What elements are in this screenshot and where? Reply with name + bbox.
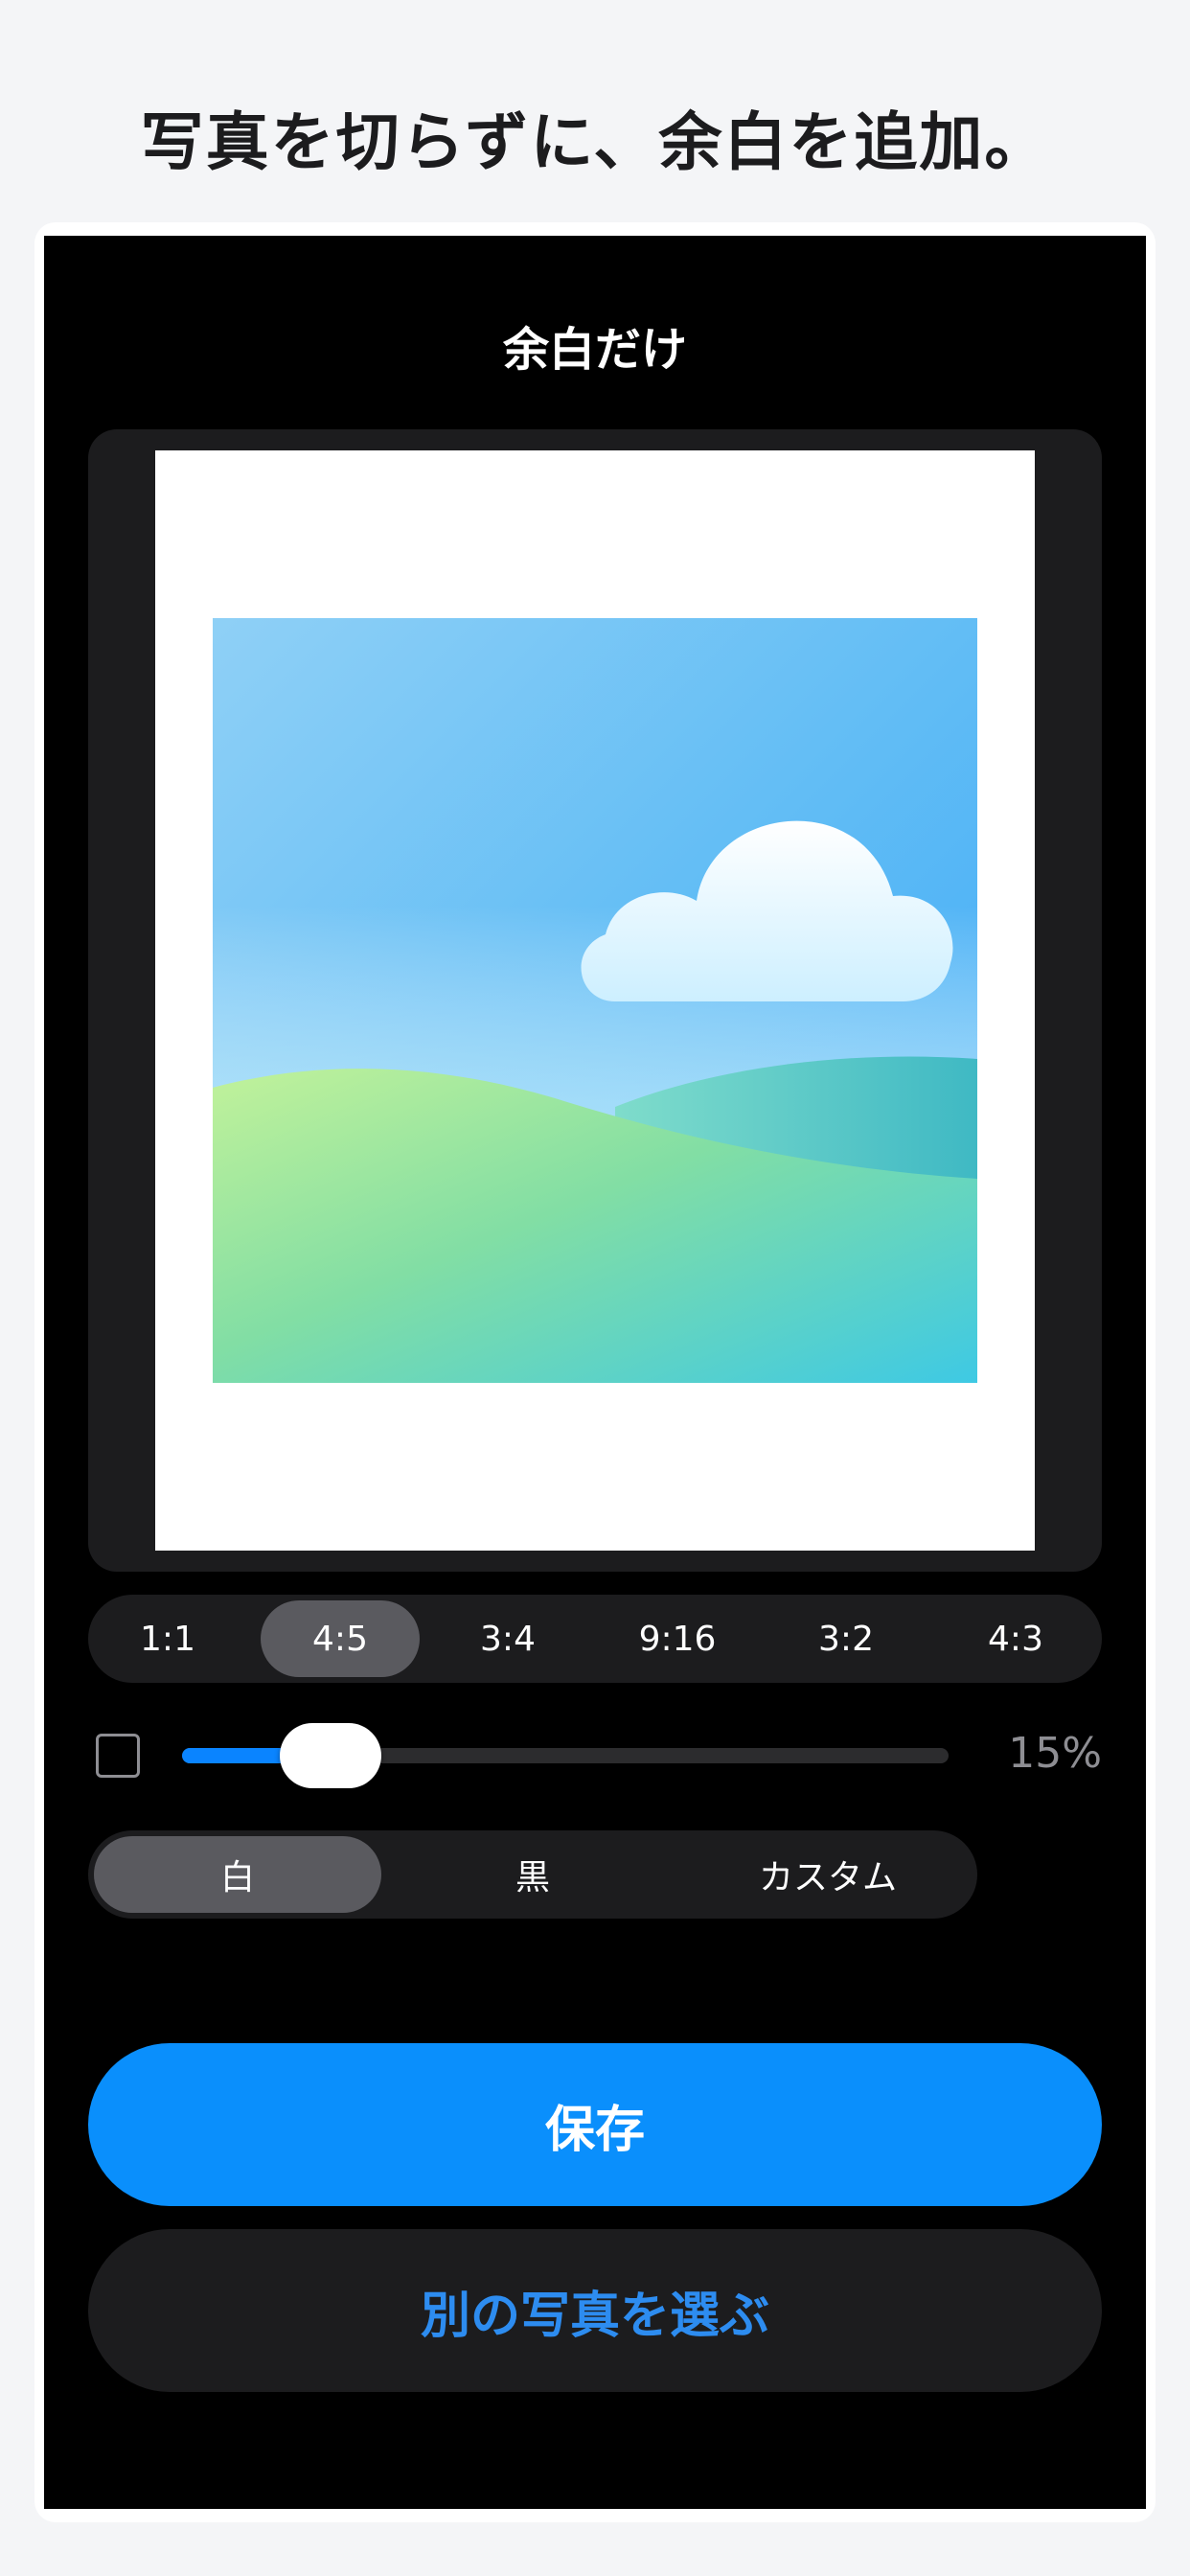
- ratio-option-3-2[interactable]: 3:2: [767, 1600, 926, 1677]
- slider-thumb[interactable]: [280, 1723, 381, 1788]
- color-option-black[interactable]: 黒: [389, 1836, 676, 1913]
- ratio-option-3-4[interactable]: 3:4: [428, 1600, 587, 1677]
- headline: 写真を切らずに、余白を追加。: [140, 105, 1050, 179]
- ratio-option-9-16[interactable]: 9:16: [598, 1600, 757, 1677]
- aspect-ratio-selector: 1:1 4:5 3:4 9:16 3:2 4:3: [88, 1595, 1102, 1683]
- color-option-white[interactable]: 白: [94, 1836, 381, 1913]
- color-option-custom[interactable]: カスタム: [684, 1836, 972, 1913]
- save-button[interactable]: 保存: [88, 2043, 1102, 2206]
- choose-another-photo-button[interactable]: 別の写真を選ぶ: [88, 2229, 1102, 2392]
- ratio-option-4-3[interactable]: 4:3: [936, 1600, 1095, 1677]
- photo-preview: [213, 618, 977, 1383]
- ratio-option-1-1[interactable]: 1:1: [88, 1600, 247, 1677]
- landscape-image: [213, 618, 977, 1383]
- border-color-selector: 白 黒 カスタム: [88, 1830, 977, 1919]
- border-width-value: 15%: [1008, 1729, 1102, 1778]
- ratio-option-4-5[interactable]: 4:5: [261, 1600, 420, 1677]
- border-checkbox[interactable]: [96, 1734, 140, 1778]
- screen-title: 余白だけ: [502, 323, 687, 377]
